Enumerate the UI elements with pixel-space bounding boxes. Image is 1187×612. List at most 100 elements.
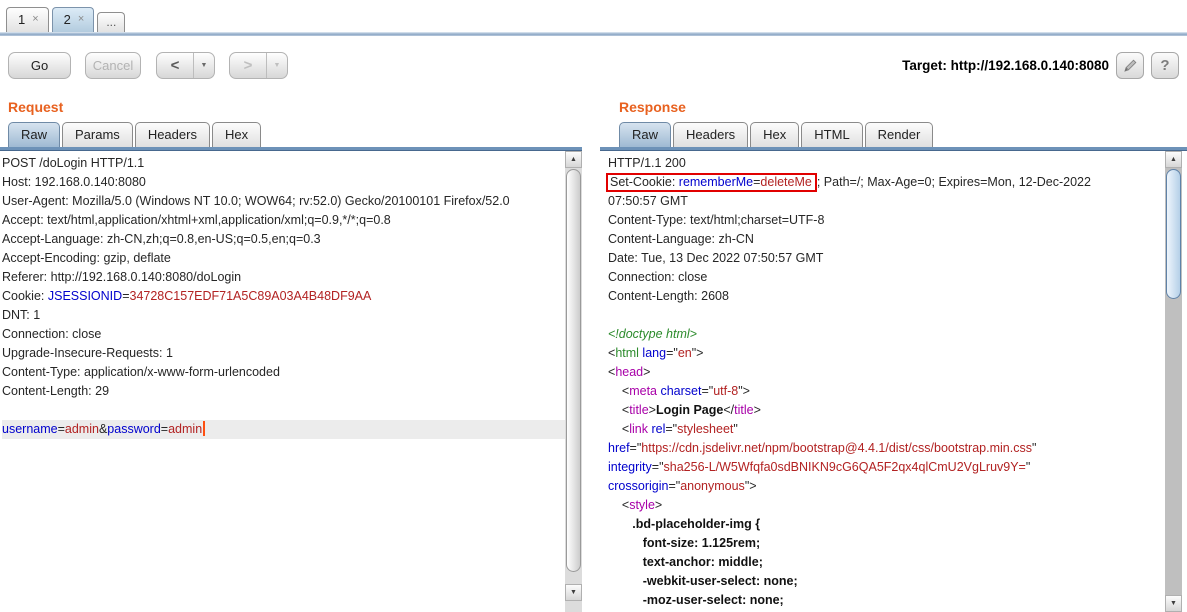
forward-icon[interactable]: > <box>230 53 266 78</box>
code-segment: " <box>733 422 738 436</box>
back-split-button[interactable]: < ▼ <box>156 52 215 79</box>
code-segment: = <box>160 422 169 436</box>
code-segment: rememberMe <box>678 175 754 189</box>
response-scroll-track[interactable] <box>1165 168 1182 595</box>
request-tab-headers[interactable]: Headers <box>134 122 210 147</box>
scrollbar-stub <box>565 601 582 612</box>
code-line: Upgrade-Insecure-Requests: 1 <box>2 344 565 363</box>
back-dropdown-icon[interactable]: ▼ <box>193 53 214 78</box>
code-segment: Content-Type: application/x-www-form-url… <box>2 365 280 379</box>
code-segment: = <box>57 422 65 436</box>
code-segment: HTTP/1.1 200 <box>608 156 686 170</box>
response-scrollbar[interactable]: ▲ ▼ <box>1165 151 1182 612</box>
code-line: User-Agent: Mozilla/5.0 (Windows NT 10.0… <box>2 192 565 211</box>
response-panel: Response Raw Headers Hex HTML Render HTTP/1.… <box>600 90 1187 612</box>
code-line: font-size: 1.125rem; <box>608 534 1165 553</box>
code-segment: deleteMe <box>760 175 812 189</box>
response-tab-raw[interactable]: Raw <box>619 122 672 147</box>
code-segment: < <box>608 384 630 398</box>
response-tab-headers[interactable]: Headers <box>673 122 749 147</box>
session-tab-...[interactable]: ... <box>97 12 126 32</box>
text-cursor <box>203 421 206 436</box>
code-segment: Content-Language: zh-CN <box>608 232 754 246</box>
code-segment: < <box>608 498 630 512</box>
forward-split-button[interactable]: > ▼ <box>229 52 288 79</box>
code-segment: = <box>122 289 130 303</box>
code-line: Connection: close <box>608 268 1165 287</box>
code-line: <head> <box>608 363 1165 382</box>
red-highlight-box: Set-Cookie: rememberMe=deleteMe <box>606 173 817 192</box>
response-tab-render[interactable]: Render <box>864 122 934 147</box>
response-title: Response <box>619 99 686 115</box>
code-segment: > <box>648 403 656 417</box>
close-tab-icon[interactable]: × <box>32 14 38 25</box>
code-line: integrity="sha256-L/W5Wfqfa0sdBNIKN9cG6Q… <box>608 458 1165 477</box>
request-tab-hex[interactable]: Hex <box>211 122 262 147</box>
response-scroll-thumb[interactable] <box>1166 169 1181 299</box>
code-segment: anonymous <box>680 479 745 493</box>
code-line: crossorigin="anonymous"> <box>608 477 1165 496</box>
response-tab-hex[interactable]: Hex <box>750 122 800 147</box>
code-segment: Host: 192.168.0.140:8080 <box>2 175 146 189</box>
request-tab-params[interactable]: Params <box>62 122 133 147</box>
forward-dropdown-icon[interactable]: ▼ <box>266 53 287 78</box>
code-segment: 34728C157EDF71A5C89A03A4B48DF9AA <box>129 289 372 303</box>
code-segment: stylesheet <box>677 422 734 436</box>
code-segment: html <box>615 346 639 360</box>
back-icon[interactable]: < <box>157 53 193 78</box>
pencil-icon <box>1124 59 1137 72</box>
code-line: <html lang="en"> <box>608 344 1165 363</box>
code-segment: Connection: close <box>2 327 102 341</box>
request-panel: Request Raw Params Headers Hex POST /doLogi… <box>0 90 582 612</box>
help-button[interactable]: ? <box>1151 52 1179 79</box>
request-scroll-thumb[interactable] <box>566 169 581 572</box>
code-line: Content-Length: 2608 <box>608 287 1165 306</box>
code-segment: username <box>2 422 58 436</box>
code-line: -webkit-user-select: none; <box>608 572 1165 591</box>
code-segment: Referer: http://192.168.0.140:8080/doLog… <box>2 270 242 284</box>
scroll-up-icon[interactable]: ▲ <box>565 151 582 168</box>
code-segment: =" <box>665 422 678 436</box>
cancel-button[interactable]: Cancel <box>85 52 141 79</box>
code-segment: > <box>753 403 761 417</box>
code-segment: Connection: close <box>608 270 708 284</box>
code-line: Accept-Encoding: gzip, deflate <box>2 249 565 268</box>
request-scroll-track[interactable] <box>565 168 582 584</box>
code-segment: link <box>629 422 648 436</box>
code-segment: admin <box>168 422 203 436</box>
code-line: Cookie: JSESSIONID=34728C157EDF71A5C89A0… <box>2 287 565 306</box>
request-raw-text[interactable]: POST /doLogin HTTP/1.1 Host: 192.168.0.14… <box>0 151 565 612</box>
response-tab-html[interactable]: HTML <box>801 122 863 147</box>
code-segment: -moz-user-select: none; <box>608 593 784 607</box>
session-tab-2[interactable]: 2 × <box>51 7 95 32</box>
code-segment: Content-Length: 29 <box>2 384 110 398</box>
code-segment: Cookie: <box>2 289 48 303</box>
edit-target-button[interactable] <box>1116 52 1144 79</box>
code-line: text-anchor: middle; <box>608 553 1165 572</box>
close-tab-icon[interactable]: × <box>78 14 84 25</box>
code-segment: POST /doLogin HTTP/1.1 <box>2 156 145 170</box>
code-segment: head <box>615 365 644 379</box>
code-segment: > <box>643 365 651 379</box>
request-tabs: Raw Params Headers Hex <box>0 122 582 147</box>
request-scrollbar[interactable]: ▲ ▼ <box>565 151 582 612</box>
code-line: Date: Tue, 13 Dec 2022 07:50:57 GMT <box>608 249 1165 268</box>
scroll-down-icon[interactable]: ▼ <box>1165 595 1182 612</box>
panels: Request Raw Params Headers Hex POST /doLogi… <box>0 90 1187 612</box>
code-line: <style> <box>608 496 1165 515</box>
scroll-down-icon[interactable]: ▼ <box>565 584 582 601</box>
go-button[interactable]: Go <box>8 52 71 79</box>
code-segment: =" <box>651 460 664 474</box>
code-segment: JSESSIONID <box>47 289 123 303</box>
code-line: Accept-Language: zh-CN,zh;q=0.8,en-US;q=… <box>2 230 565 249</box>
code-segment: " <box>1031 441 1037 455</box>
code-segment: admin <box>64 422 99 436</box>
session-tab-1[interactable]: 1 × <box>6 7 49 32</box>
code-segment: =" <box>668 479 681 493</box>
code-line: Content-Language: zh-CN <box>608 230 1165 249</box>
scroll-up-icon[interactable]: ▲ <box>1165 151 1182 168</box>
request-tab-raw[interactable]: Raw <box>8 122 61 147</box>
code-segment: =" <box>666 346 678 360</box>
repeater-window: 1 × 2 ×... Go Cancel < ▼ > ▼ Target: http:/… <box>0 0 1187 612</box>
